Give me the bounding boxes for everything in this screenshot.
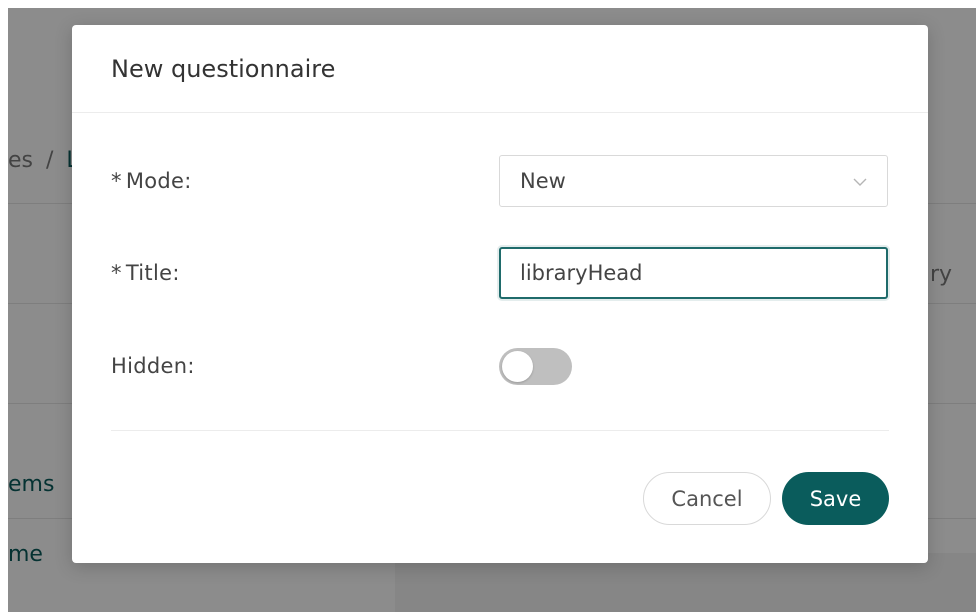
hidden-label: Hidden: bbox=[111, 354, 195, 378]
mode-select[interactable]: New bbox=[499, 155, 888, 207]
title-control: libraryHead bbox=[499, 247, 888, 299]
mode-control: New bbox=[499, 155, 888, 207]
mode-select-value: New bbox=[520, 169, 566, 193]
mode-row: * Mode: New bbox=[111, 155, 889, 207]
chevron-down-icon bbox=[853, 178, 867, 186]
cancel-button[interactable]: Cancel bbox=[643, 472, 771, 525]
hidden-control bbox=[499, 348, 888, 385]
title-input[interactable]: libraryHead bbox=[499, 247, 888, 299]
required-mark: * bbox=[111, 169, 122, 193]
hidden-row: Hidden: bbox=[111, 340, 889, 392]
title-row: * Title: libraryHead bbox=[111, 247, 889, 299]
bg-left-edge bbox=[0, 0, 8, 612]
toggle-knob bbox=[502, 351, 533, 382]
hidden-toggle[interactable] bbox=[499, 348, 572, 385]
new-questionnaire-dialog: New questionnaire * Mode: New * Title: lib… bbox=[72, 25, 928, 563]
required-mark: * bbox=[111, 261, 122, 285]
dialog-header: New questionnaire bbox=[72, 25, 928, 113]
footer-divider bbox=[111, 430, 889, 431]
save-button[interactable]: Save bbox=[782, 472, 889, 525]
dialog-title: New questionnaire bbox=[111, 54, 336, 83]
mode-label: * Mode: bbox=[111, 169, 192, 193]
title-label: * Title: bbox=[111, 261, 180, 285]
